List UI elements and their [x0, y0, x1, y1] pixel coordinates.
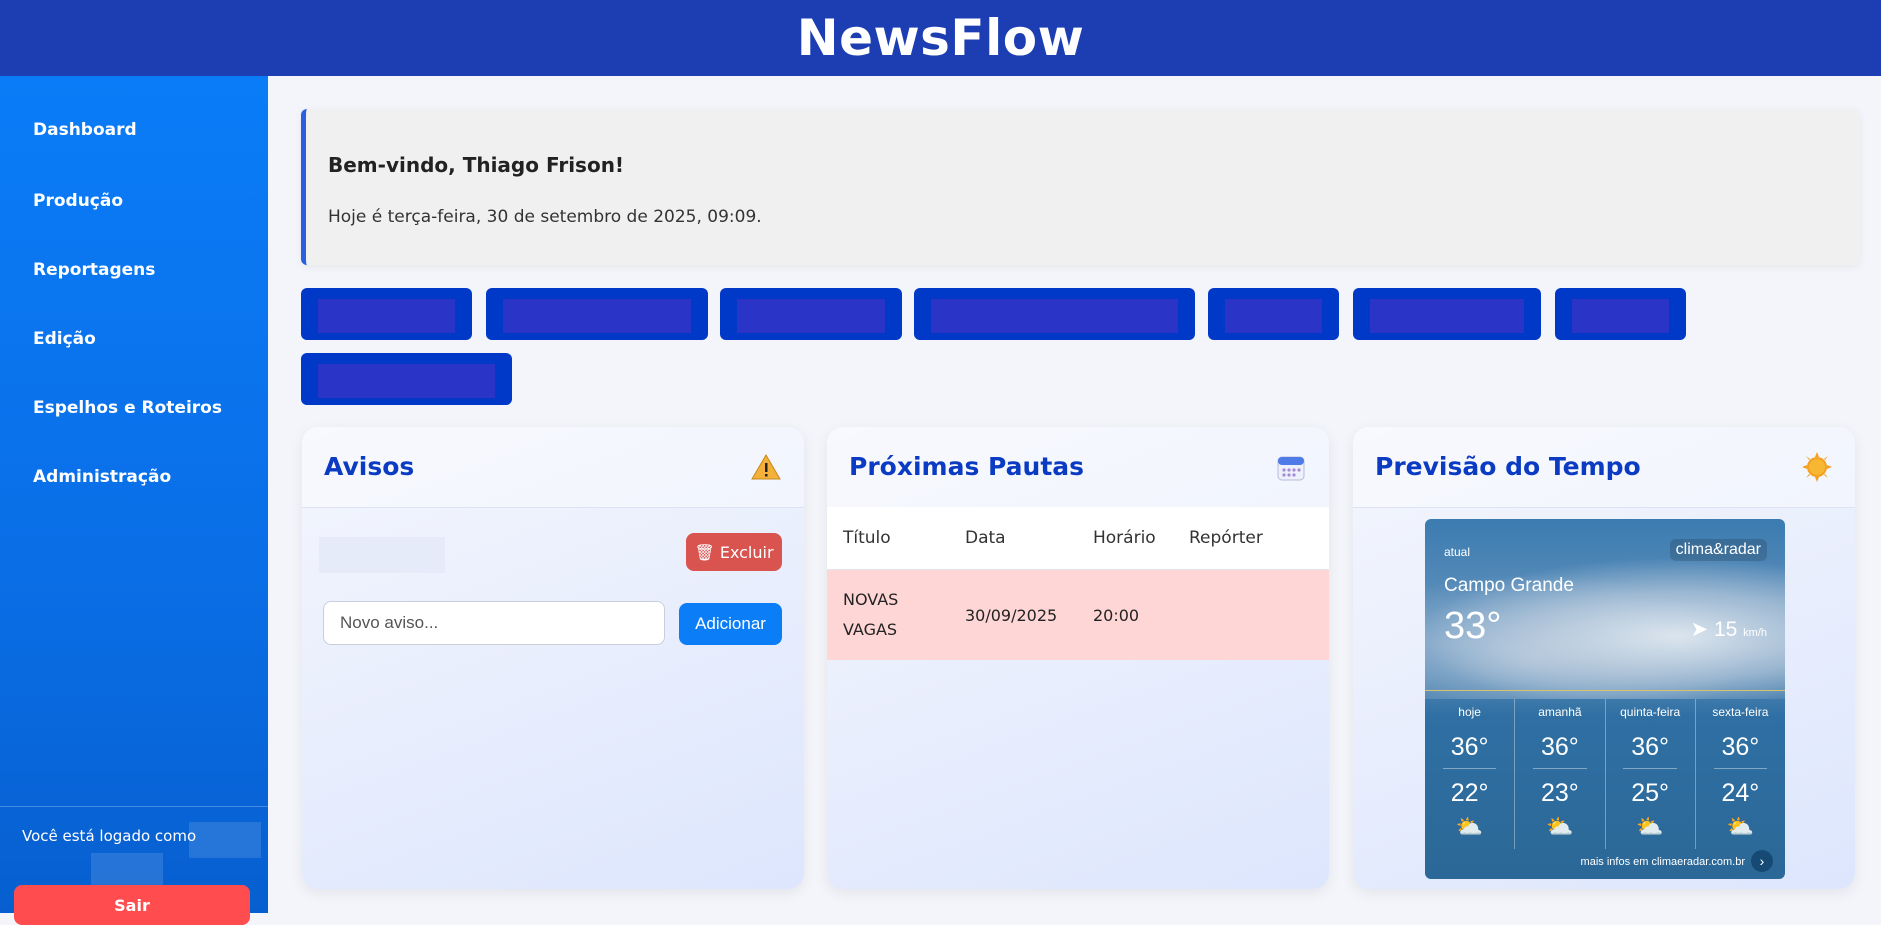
weather-current-temp: 33°: [1444, 605, 1502, 647]
wind-direction-icon: ➤: [1690, 618, 1709, 641]
sidebar-item-administracao[interactable]: Administração: [0, 442, 268, 511]
sun-icon: [1801, 451, 1833, 483]
logged-user-name-cont: [91, 853, 163, 885]
forecast-day: quinta-feira 36° 25° ⛅: [1606, 699, 1696, 849]
forecast-days: hoje 36° 22° ⛅ amanhã 36° 23° ⛅ quinta-f…: [1425, 699, 1785, 849]
pautas-card: Próximas Pautas Título Data Horário Repó…: [827, 427, 1329, 889]
tempo-card: Previsão do Tempo atual clima&radar Camp…: [1353, 427, 1855, 889]
column-header: Horário: [1092, 507, 1188, 570]
column-header: Repórter: [1188, 507, 1329, 570]
delete-aviso-button[interactable]: 🗑 Excluir: [686, 533, 782, 571]
welcome-title: Bem-vindo, Thiago Frison!: [328, 153, 625, 177]
app-brand: NewsFlow: [796, 9, 1085, 67]
weather-city: Campo Grande: [1444, 575, 1574, 596]
quick-action-button[interactable]: [1208, 288, 1339, 340]
forecast-min: 24°: [1721, 779, 1760, 807]
forecast-day: sexta-feira 36° 24° ⛅: [1696, 699, 1785, 849]
forecast-min: 22°: [1450, 779, 1489, 807]
weather-more-info-link[interactable]: mais infos em climaeradar.com.br: [1581, 856, 1745, 868]
pautas-table: Título Data Horário Repórter NOVAS VAGAS…: [827, 507, 1329, 660]
add-aviso-button[interactable]: Adicionar: [679, 603, 782, 645]
sidebar-item-espelhos-roteiros[interactable]: Espelhos e Roteiros: [0, 373, 268, 442]
forecast-day-name: quinta-feira: [1620, 705, 1681, 719]
table-row[interactable]: NOVAS VAGAS 30/09/2025 20:00: [827, 569, 1329, 660]
pauta-data: 30/09/2025: [964, 569, 1092, 660]
quick-action-button[interactable]: [914, 288, 1195, 340]
card-header: Avisos: [302, 427, 804, 508]
quick-action-button[interactable]: [1555, 288, 1686, 340]
aviso-item: [319, 537, 445, 573]
avisos-card: Avisos 🗑 Excluir Adicionar: [302, 427, 804, 889]
logged-as-label: Você está logado como: [22, 827, 197, 845]
forecast-day: amanhã 36° 23° ⛅: [1515, 699, 1606, 849]
card-header: Previsão do Tempo: [1353, 427, 1855, 508]
sidebar-footer: Você está logado como Sair: [0, 806, 268, 925]
divider: [1425, 690, 1785, 691]
sidebar-item-producao[interactable]: Produção: [0, 166, 268, 235]
quick-action-button[interactable]: [301, 288, 472, 340]
partly-sunny-icon: ⛅: [1726, 814, 1755, 839]
forecast-max: 36°: [1533, 733, 1587, 769]
logout-button[interactable]: Sair: [14, 885, 250, 925]
new-aviso-input[interactable]: [323, 601, 665, 645]
forecast-max: 36°: [1442, 733, 1497, 769]
weather-wind: ➤ 15 km/h: [1691, 617, 1768, 642]
partly-sunny-icon: ⛅: [1455, 814, 1484, 839]
card-header: Próximas Pautas: [827, 427, 1329, 508]
chevron-right-icon[interactable]: ›: [1751, 850, 1773, 872]
calendar-icon: [1275, 451, 1307, 483]
wind-unit: km/h: [1743, 627, 1767, 639]
welcome-banner: Bem-vindo, Thiago Frison! Hoje é terça-f…: [301, 109, 1860, 265]
logged-user-name: [189, 822, 261, 858]
sidebar-nav: Dashboard Produção Reportagens Edição Es…: [0, 120, 268, 511]
quick-action-button[interactable]: [486, 288, 708, 340]
tempo-title: Previsão do Tempo: [1375, 452, 1641, 481]
pauta-horario: 20:00: [1092, 569, 1188, 660]
forecast-day: hoje 36° 22° ⛅: [1425, 699, 1516, 849]
column-header: Data: [964, 507, 1092, 570]
partly-sunny-icon: ⛅: [1546, 814, 1574, 839]
pauta-reporter: [1188, 569, 1329, 660]
sidebar-item-dashboard[interactable]: Dashboard: [0, 120, 268, 166]
forecast-day-name: hoje: [1458, 705, 1481, 719]
clima-radar-logo: clima&radar: [1669, 539, 1767, 561]
forecast-min: 25°: [1631, 779, 1670, 807]
wind-speed: 15: [1713, 618, 1738, 641]
forecast-day-name: amanhã: [1538, 705, 1582, 719]
column-header: Título: [827, 507, 964, 570]
quick-action-button[interactable]: [301, 353, 512, 405]
weather-widget[interactable]: atual clima&radar Campo Grande 33° ➤ 15 …: [1425, 519, 1785, 879]
forecast-day-name: sexta-feira: [1712, 705, 1769, 719]
sidebar-item-reportagens[interactable]: Reportagens: [0, 235, 268, 304]
sidebar: Dashboard Produção Reportagens Edição Es…: [0, 76, 268, 925]
top-bar: NewsFlow: [0, 0, 1881, 76]
avisos-title: Avisos: [324, 452, 415, 481]
quick-action-button[interactable]: [720, 288, 902, 340]
quick-action-button[interactable]: [1353, 288, 1541, 340]
pautas-title: Próximas Pautas: [849, 452, 1085, 481]
partly-sunny-icon: ⛅: [1636, 814, 1664, 839]
welcome-date: Hoje é terça-feira, 30 de setembro de 20…: [328, 207, 762, 227]
sidebar-item-edicao[interactable]: Edição: [0, 304, 268, 373]
forecast-min: 23°: [1540, 779, 1579, 807]
warning-icon: [750, 451, 782, 483]
pauta-titulo: NOVAS VAGAS: [827, 569, 964, 660]
forecast-max: 36°: [1623, 733, 1677, 769]
table-header-row: Título Data Horário Repórter: [827, 507, 1329, 570]
forecast-max: 36°: [1713, 733, 1768, 769]
weather-current-label: atual: [1444, 545, 1471, 559]
